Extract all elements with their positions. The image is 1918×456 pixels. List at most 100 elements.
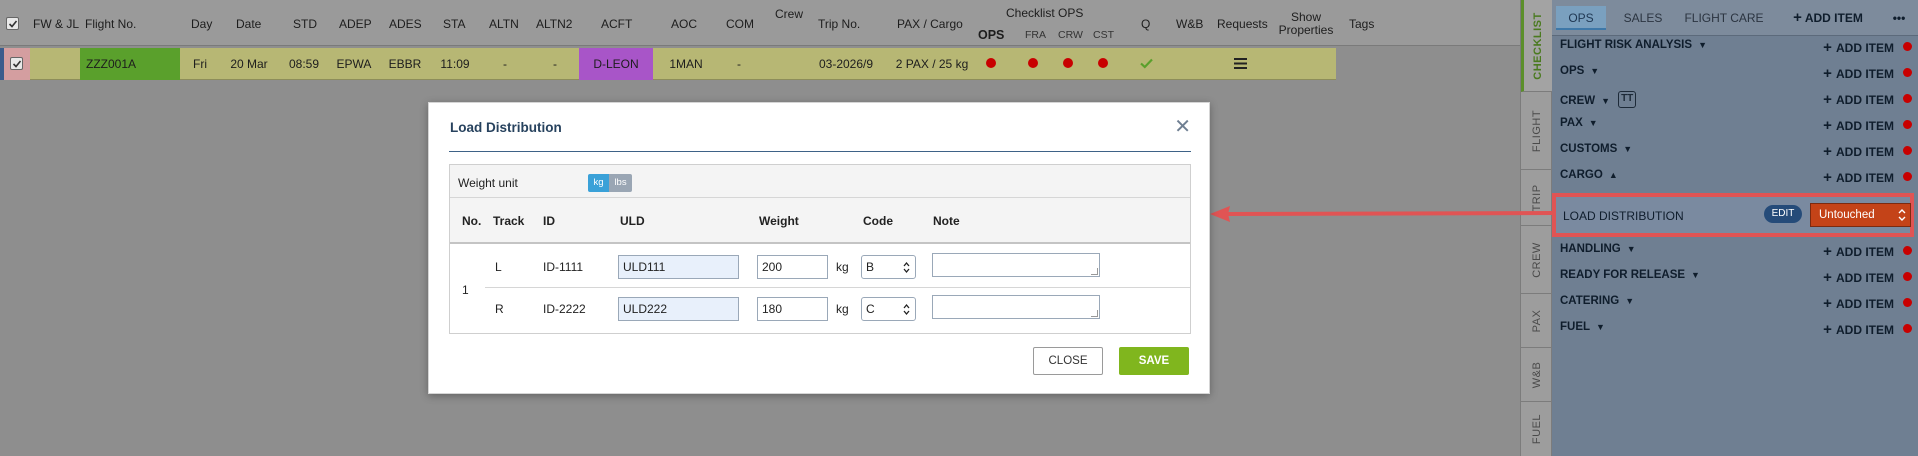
header-trip-no[interactable]: Trip No. <box>818 17 860 31</box>
tab-add-item-label: ADD ITEM <box>1804 11 1863 25</box>
section-fuel[interactable]: FUEL ▼ + ADD ITEM <box>1552 315 1918 341</box>
close-button[interactable]: CLOSE <box>1033 347 1103 375</box>
header-crew[interactable]: Crew <box>775 7 803 21</box>
header-aoc[interactable]: AOC <box>671 17 697 31</box>
uld-input[interactable]: ULD111 <box>618 255 739 279</box>
header-requests[interactable]: Requests <box>1217 17 1268 31</box>
header-sta[interactable]: STA <box>443 17 465 31</box>
row-select-cell[interactable] <box>4 48 30 80</box>
header-fwjl[interactable]: FW & JL <box>33 17 79 31</box>
crew-assignment-icon[interactable] <box>1618 91 1637 108</box>
weight-unit-toggle[interactable]: kg lbs <box>588 174 632 192</box>
vtab-wb[interactable]: W&B <box>1521 348 1552 402</box>
row-checkbox[interactable] <box>10 57 23 70</box>
caret-down-icon: ▼ <box>1698 40 1707 50</box>
header-acft[interactable]: ACFT <box>601 17 632 31</box>
requests-cell[interactable] <box>1232 48 1248 80</box>
flight-no-text[interactable]: ZZZ001A <box>86 57 136 71</box>
load-distribution-item[interactable]: LOAD DISTRIBUTION EDIT Untouched <box>1552 193 1914 237</box>
vtab-crew[interactable]: CREW <box>1521 226 1552 294</box>
section-ready-for-release[interactable]: READY FOR RELEASE ▼ + ADD ITEM <box>1552 263 1918 289</box>
header-q[interactable]: Q <box>1141 17 1150 31</box>
section-cargo[interactable]: CARGO ▲ + ADD ITEM <box>1552 163 1918 189</box>
section-pax[interactable]: PAX ▼ + ADD ITEM <box>1552 111 1918 137</box>
col-track: Track <box>493 214 525 228</box>
cell-flight-no[interactable]: ZZZ001A <box>80 48 180 80</box>
header-wb[interactable]: W&B <box>1176 17 1203 31</box>
vertical-tabs: CHECKLIST FLIGHT TRIP CREW PAX W&B FUEL <box>1520 0 1552 456</box>
vtab-pax[interactable]: PAX <box>1521 294 1552 348</box>
code-select-value: B <box>866 260 875 274</box>
edit-button[interactable]: EDIT <box>1764 205 1802 223</box>
code-select[interactable]: C <box>861 297 916 321</box>
add-item-button[interactable]: + ADD ITEM <box>1823 269 1894 286</box>
header-altn[interactable]: ALTN <box>489 17 519 31</box>
header-day[interactable]: Day <box>191 17 212 31</box>
add-item-button[interactable]: + ADD ITEM <box>1823 91 1894 108</box>
header-pax-cargo[interactable]: PAX / Cargo <box>897 17 963 31</box>
section-ops[interactable]: OPS ▼ + ADD ITEM <box>1552 59 1918 85</box>
section-catering[interactable]: CATERING ▼ + ADD ITEM <box>1552 289 1918 315</box>
header-crw[interactable]: CRW <box>1058 29 1083 41</box>
status-select[interactable]: Untouched <box>1810 203 1911 227</box>
q-status[interactable] <box>1138 48 1154 80</box>
add-item-button[interactable]: + ADD ITEM <box>1823 39 1894 56</box>
note-textarea[interactable] <box>932 253 1100 277</box>
vtab-flight[interactable]: FLIGHT <box>1521 92 1552 170</box>
header-show-properties[interactable]: Show Properties <box>1276 11 1336 37</box>
cell-trip-no[interactable]: 03-2026/9 <box>816 48 876 80</box>
more-options-icon[interactable]: ••• <box>1886 6 1912 30</box>
header-tags[interactable]: Tags <box>1349 17 1374 31</box>
code-select[interactable]: B <box>861 255 916 279</box>
header-fra[interactable]: FRA <box>1025 29 1046 41</box>
section-customs[interactable]: CUSTOMS ▼ + ADD ITEM <box>1552 137 1918 163</box>
unit-lbs-option[interactable]: lbs <box>609 174 632 192</box>
section-handling[interactable]: HANDLING ▼ + ADD ITEM <box>1552 237 1918 263</box>
section-label: OPS <box>1560 65 1585 77</box>
header-std[interactable]: STD <box>293 17 317 31</box>
unit-kg-option[interactable]: kg <box>588 174 609 192</box>
section-crew[interactable]: CREW ▼ + ADD ITEM <box>1552 85 1918 111</box>
crw-status[interactable] <box>1062 48 1074 80</box>
vtab-checklist[interactable]: CHECKLIST <box>1521 0 1552 92</box>
add-item-button[interactable]: + ADD ITEM <box>1823 65 1894 82</box>
fra-status[interactable] <box>1027 48 1039 80</box>
close-icon[interactable]: ✕ <box>1174 117 1191 137</box>
tab-add-item[interactable]: + ADD ITEM <box>1786 6 1870 30</box>
table-row[interactable]: ZZZ001A Fri 20 Mar 08:59 EPWA EBBR 11:09… <box>0 48 1336 80</box>
cst-status[interactable] <box>1097 48 1109 80</box>
plus-icon: + <box>1823 65 1836 82</box>
add-item-button[interactable]: + ADD ITEM <box>1823 143 1894 160</box>
select-all-checkbox[interactable] <box>6 17 19 30</box>
tab-sales[interactable]: SALES <box>1618 6 1668 30</box>
cell-acft[interactable]: D-LEON <box>579 48 653 80</box>
note-textarea[interactable] <box>932 295 1100 319</box>
header-date[interactable]: Date <box>236 17 261 31</box>
add-item-button[interactable]: + ADD ITEM <box>1823 243 1894 260</box>
weight-input[interactable]: 180 <box>757 297 828 321</box>
ops-status[interactable] <box>985 48 997 80</box>
vtab-fuel[interactable]: FUEL <box>1521 402 1552 456</box>
menu-icon[interactable] <box>1233 58 1247 69</box>
crw-status-dot <box>1063 58 1073 68</box>
weight-input[interactable]: 200 <box>757 255 828 279</box>
cell-pax-cargo[interactable]: 2 PAX / 25 kg <box>890 48 974 80</box>
cell-std: 08:59 <box>288 57 320 71</box>
header-adep[interactable]: ADEP <box>339 17 372 31</box>
section-flight-risk-analysis[interactable]: FLIGHT RISK ANALYSIS ▼ + ADD ITEM <box>1552 33 1918 59</box>
plus-icon: + <box>1823 269 1836 286</box>
header-cst[interactable]: CST <box>1093 29 1114 41</box>
header-ades[interactable]: ADES <box>389 17 422 31</box>
header-com[interactable]: COM <box>726 17 754 31</box>
add-item-button[interactable]: + ADD ITEM <box>1823 321 1894 338</box>
uld-input[interactable]: ULD222 <box>618 297 739 321</box>
save-button[interactable]: SAVE <box>1119 347 1189 375</box>
tab-flight-care[interactable]: FLIGHT CARE <box>1680 6 1768 30</box>
header-flight-no[interactable]: Flight No. <box>85 17 136 31</box>
tab-ops[interactable]: OPS <box>1556 6 1606 30</box>
header-ops[interactable]: OPS <box>978 28 1004 42</box>
add-item-button[interactable]: + ADD ITEM <box>1823 169 1894 186</box>
header-altn2[interactable]: ALTN2 <box>536 17 572 31</box>
add-item-button[interactable]: + ADD ITEM <box>1823 295 1894 312</box>
add-item-button[interactable]: + ADD ITEM <box>1823 117 1894 134</box>
